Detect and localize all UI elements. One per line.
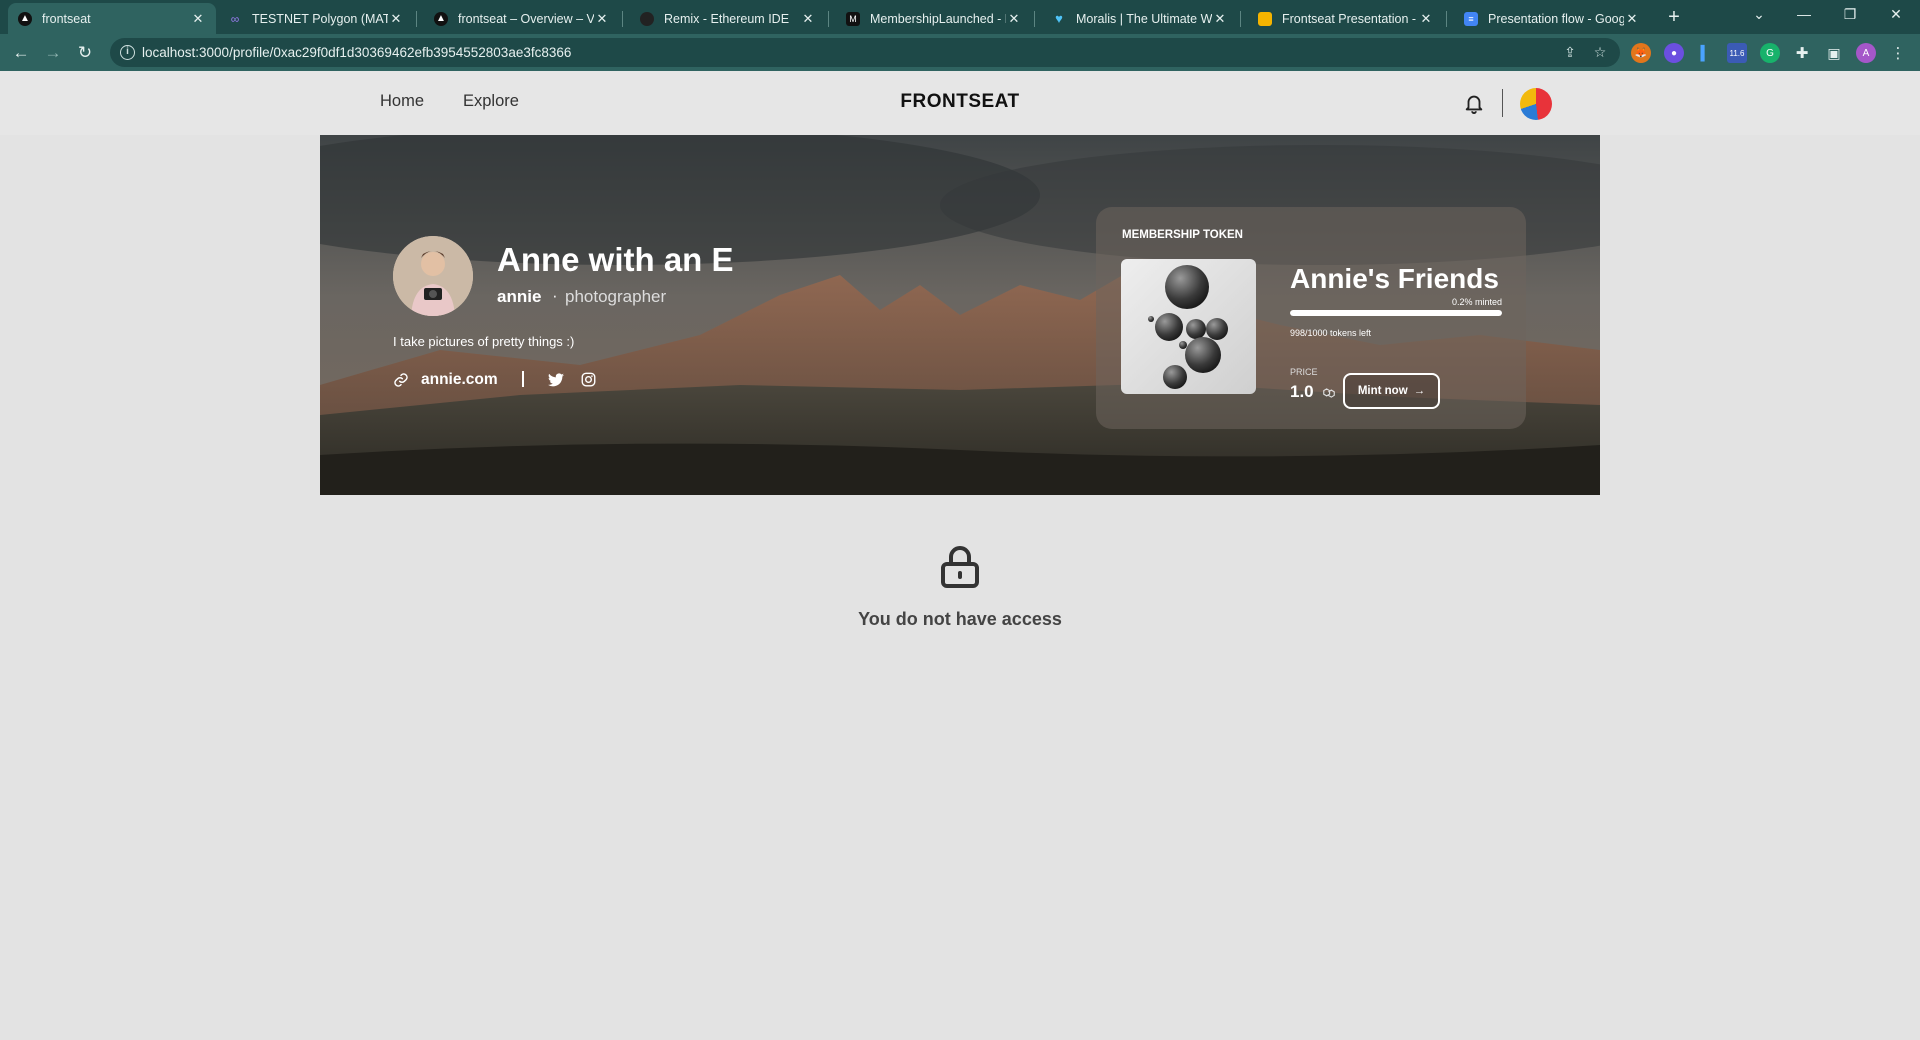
tab-title: MembershipLaunched - M xyxy=(870,11,1006,26)
tab-separator xyxy=(828,11,829,27)
tab-separator xyxy=(1034,11,1035,27)
forward-button[interactable]: → xyxy=(40,40,66,66)
tab-separator xyxy=(622,11,623,27)
tab-title: Moralis | The Ultimate Wel xyxy=(1076,11,1212,26)
extension-icon[interactable]: ▍ xyxy=(1696,43,1716,63)
profile-username: annie xyxy=(497,287,542,306)
site-info-icon[interactable]: i xyxy=(120,45,135,60)
triangle-icon: ▲ xyxy=(434,11,448,26)
browser-tab-vercel[interactable]: ▲ frontseat – Overview – Ver ✕ xyxy=(424,3,620,34)
remix-icon xyxy=(640,11,654,26)
tab-title: Frontseat Presentation - G xyxy=(1282,11,1418,26)
docs-icon: ≡ xyxy=(1464,11,1478,26)
tab-title: frontseat – Overview – Ver xyxy=(458,11,594,26)
browser-tab-membership[interactable]: M MembershipLaunched - M ✕ xyxy=(836,3,1032,34)
extension-icon[interactable]: ● xyxy=(1664,43,1684,63)
tab-title: Presentation flow - Google xyxy=(1488,11,1624,26)
tab-title: frontseat xyxy=(42,11,91,26)
mint-progress-fill xyxy=(1290,310,1502,316)
close-icon[interactable]: ✕ xyxy=(1624,11,1640,27)
puzzle-extensions-icon[interactable]: ✚ xyxy=(1792,43,1812,63)
extension-badge-icon[interactable]: 11.6 xyxy=(1727,43,1747,63)
browser-tab-slides[interactable]: Frontseat Presentation - G ✕ xyxy=(1248,3,1444,34)
close-window-button[interactable]: ✕ xyxy=(1873,0,1919,30)
bookmark-star-icon[interactable]: ☆ xyxy=(1590,42,1610,62)
instagram-icon[interactable] xyxy=(581,372,596,387)
token-artwork xyxy=(1121,259,1256,394)
tokens-left: 998/1000 tokens left xyxy=(1290,328,1372,338)
separator-dot: · xyxy=(552,286,558,305)
triangle-icon: ▲ xyxy=(18,11,32,26)
close-icon[interactable]: ✕ xyxy=(594,11,610,27)
link-icon xyxy=(394,373,408,387)
arrow-right-icon: → xyxy=(1413,385,1426,397)
moralis-icon: M xyxy=(846,11,860,26)
tab-title: Remix - Ethereum IDE xyxy=(664,11,790,26)
minimize-button[interactable]: — xyxy=(1781,0,1827,30)
restore-button[interactable]: ❐ xyxy=(1827,0,1873,30)
profile-bio: I take pictures of pretty things :) xyxy=(393,334,575,349)
minted-percentage: 0.2% minted xyxy=(1451,297,1502,307)
no-access-message: You do not have access xyxy=(858,609,1062,629)
browser-tab-polygon[interactable]: ∞ TESTNET Polygon (MATIC) ✕ xyxy=(218,3,414,34)
profile-banner: Anne with an E annie · photographer I ta… xyxy=(320,135,1600,495)
close-icon[interactable]: ✕ xyxy=(1006,11,1022,27)
header-divider xyxy=(1502,89,1503,117)
site-logo[interactable]: FRONTSEAT xyxy=(0,91,1920,113)
mint-progress-bar xyxy=(1290,310,1502,316)
mint-now-label: Mint now xyxy=(1357,385,1408,397)
matic-icon xyxy=(1323,388,1335,398)
membership-token-label: MEMBERSHIP TOKEN xyxy=(1122,229,1243,241)
token-name: Annie's Friends xyxy=(1290,263,1499,294)
browser-tab-frontseat[interactable]: ▲ frontseat ✕ xyxy=(8,3,216,34)
moralis-icon: ♥ xyxy=(1055,11,1063,26)
new-tab-button[interactable]: + xyxy=(1661,4,1687,30)
tab-title: TESTNET Polygon (MATIC) xyxy=(252,11,388,26)
price-label: PRICE xyxy=(1290,367,1318,377)
tab-separator xyxy=(416,11,417,27)
twitter-icon[interactable] xyxy=(548,373,564,387)
close-icon[interactable]: ✕ xyxy=(800,11,816,27)
tab-separator xyxy=(1240,11,1241,27)
address-bar[interactable]: i localhost:3000/profile/0xac29f0df1d303… xyxy=(110,38,1620,67)
user-avatar[interactable] xyxy=(1520,88,1552,120)
slides-icon xyxy=(1258,11,1272,26)
photographer-portrait-image xyxy=(393,236,473,316)
close-icon[interactable]: ✕ xyxy=(1212,11,1228,27)
url-text: localhost:3000/profile/0xac29f0df1d30369… xyxy=(142,45,572,60)
site-header: Home Explore FRONTSEAT xyxy=(0,71,1920,135)
extension-badge-text: 11.6 xyxy=(1729,48,1745,58)
side-panel-icon[interactable]: ▣ xyxy=(1824,43,1844,63)
close-icon[interactable]: ✕ xyxy=(1418,11,1434,27)
tab-separator xyxy=(1446,11,1447,27)
polygon-icon: ∞ xyxy=(230,11,240,26)
grammarly-icon[interactable]: G xyxy=(1760,43,1780,63)
bell-icon[interactable] xyxy=(1463,92,1485,114)
browser-tab-remix[interactable]: Remix - Ethereum IDE ✕ xyxy=(630,3,826,34)
lock-icon xyxy=(941,546,979,588)
tab-search-chevron-icon[interactable]: ⌄ xyxy=(1736,0,1782,30)
reload-button[interactable]: ↻ xyxy=(72,40,98,66)
profile-role: photographer xyxy=(565,287,667,306)
close-icon[interactable]: ✕ xyxy=(190,11,206,27)
browser-tab-bar: ▲ frontseat ✕ ∞ TESTNET Polygon (MATIC) … xyxy=(0,0,1920,34)
membership-token-card: MEMBERSHIP TOKEN Annie's Friends 0.2% mi… xyxy=(1096,207,1526,429)
profile-display-name: Anne with an E xyxy=(497,241,734,278)
website-link[interactable]: annie.com xyxy=(421,371,498,389)
token-price: 1.0 xyxy=(1290,382,1314,401)
metamask-extension-icon[interactable]: 🦊 xyxy=(1631,43,1651,63)
spheres-artwork-image xyxy=(1148,265,1228,389)
profile-avatar-icon[interactable]: A xyxy=(1856,43,1876,63)
mint-now-button[interactable]: Mint now → xyxy=(1343,373,1440,409)
browser-tab-moralis[interactable]: ♥ Moralis | The Ultimate Wel ✕ xyxy=(1042,3,1238,34)
profile-avatar xyxy=(393,236,473,316)
share-icon[interactable]: ⇪ xyxy=(1560,42,1580,62)
browser-tab-docs[interactable]: ≡ Presentation flow - Google ✕ xyxy=(1454,3,1650,34)
back-button[interactable]: ← xyxy=(8,40,34,66)
social-divider xyxy=(522,371,524,387)
close-icon[interactable]: ✕ xyxy=(388,11,404,27)
menu-kebab-icon[interactable]: ⋮ xyxy=(1888,43,1908,63)
